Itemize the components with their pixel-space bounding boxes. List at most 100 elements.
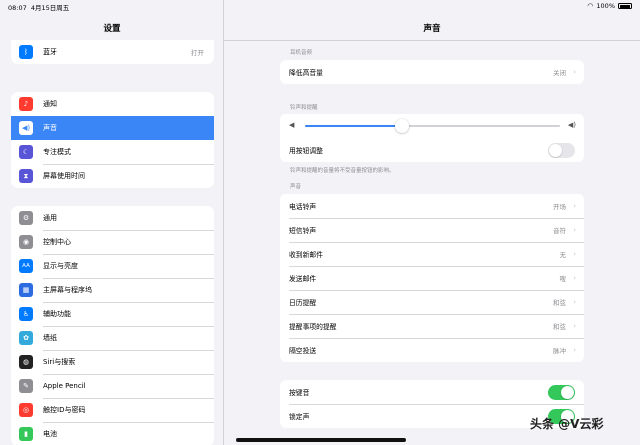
flower-icon: ✿ <box>19 331 33 345</box>
row-label: 提醒事项的提醒 <box>289 323 337 331</box>
sidebar-item[interactable]: ◎ 触控ID与密码 <box>11 398 214 422</box>
toggle-knob <box>561 385 574 399</box>
chevron-right-icon: › <box>573 202 576 210</box>
speaker-high-icon: ◀) <box>567 121 576 129</box>
chevron-right-icon: › <box>573 226 576 234</box>
sidebar-group-notifications: ♪ 通知 ◀) 声音 ☾ 专注模式 ⧗ 屏幕使用时间 <box>11 92 214 188</box>
sidebar-item[interactable]: ⧗ 屏幕使用时间 <box>11 164 214 188</box>
row-label: 锁定声 <box>289 413 310 421</box>
chevron-right-icon: › <box>573 322 576 330</box>
status-right: ◠ 100% <box>587 2 632 10</box>
sidebar-item[interactable]: ✎ Apple Pencil <box>11 374 214 398</box>
row-label: 用按钮调整 <box>289 147 323 155</box>
sound-row[interactable]: 提醒事项的提醒 和弦 › <box>280 314 584 338</box>
row-value: 无 <box>559 251 567 259</box>
sidebar-item[interactable]: ⚙ 通用 <box>11 206 214 230</box>
section-headphone-audio: 耳机音频 <box>290 50 313 56</box>
sidebar-item-label: 通用 <box>43 214 57 222</box>
row-label: 按键音 <box>289 389 310 397</box>
hourglass-icon: ⧗ <box>19 169 33 183</box>
row-label: 发送邮件 <box>289 275 317 283</box>
sidebar-item[interactable]: ✿ 墙纸 <box>11 326 214 350</box>
sound-row[interactable]: 发送邮件 嗖 › <box>280 266 584 290</box>
row-label: 降低高音量 <box>289 69 323 77</box>
header-divider <box>224 40 640 41</box>
sidebar-item[interactable]: ◀) 声音 <box>11 116 214 140</box>
wifi-icon: ◠ <box>587 2 594 10</box>
sidebar-item-label: 电池 <box>43 430 57 438</box>
siri-icon: ◍ <box>19 355 33 369</box>
toggle-switch[interactable] <box>548 384 575 400</box>
change-with-buttons-toggle[interactable] <box>548 142 575 158</box>
volume-slider[interactable] <box>305 119 560 133</box>
sidebar-item[interactable]: ◍ Siri与搜索 <box>11 350 214 374</box>
speaker-icon: ◀) <box>19 121 33 135</box>
gear-icon: ⚙ <box>19 211 33 225</box>
battery-percent: 100% <box>596 2 615 10</box>
aa-icon: AA <box>19 259 33 273</box>
home-indicator[interactable] <box>236 438 406 442</box>
ringer-note: 铃声和提醒的音量将不受音量按钮的影响。 <box>290 168 395 174</box>
bluetooth-icon: ᛒ <box>19 45 33 59</box>
card-sounds: 电话铃声 开场 › 短信铃声 音符 › 收到新邮件无 › 发送邮件嗖 › 日历提醒 和弦 › 提醒事项的提… <box>280 194 584 362</box>
moon-icon: ☾ <box>19 145 33 159</box>
grid-icon: ▦ <box>19 283 33 297</box>
row-label: 短信铃声 <box>289 227 317 235</box>
row-label: 日历提醒 <box>289 299 317 307</box>
sidebar-item-label: 控制中心 <box>43 238 71 246</box>
sidebar-item-label: 显示与亮度 <box>43 262 78 270</box>
chevron-right-icon: › <box>573 68 576 76</box>
sidebar-item[interactable]: AA 显示与亮度 <box>11 254 214 278</box>
reduce-loud-audio-row[interactable]: 降低高音量 关闭 › <box>280 60 584 84</box>
battery-icon <box>618 3 632 9</box>
sidebar-item[interactable]: ▦ 主屏幕与程序坞 <box>11 278 214 302</box>
row-label: 电话铃声 <box>289 203 317 211</box>
sound-row[interactable]: 隔空投送 脉冲 › <box>280 338 584 362</box>
change-with-buttons-row: 用按钮调整 <box>280 138 584 162</box>
switches-icon: ◉ <box>19 235 33 249</box>
sidebar-item-label: 屏幕使用时间 <box>43 172 85 180</box>
sidebar-item-label: 通知 <box>43 100 57 108</box>
sidebar-item[interactable]: ᛒ 蓝牙 打开 <box>11 40 214 64</box>
chevron-right-icon: › <box>573 274 576 282</box>
row-value: 音符 <box>553 227 566 235</box>
sidebar-item[interactable]: ♿ 辅助功能 <box>11 302 214 326</box>
status-time: 08:07 4月15日周五 <box>8 4 70 12</box>
row-value: 脉冲 <box>553 347 566 355</box>
sidebar-item-label: 墙纸 <box>43 334 57 342</box>
sound-row[interactable]: 日历提醒 和弦 › <box>280 290 584 314</box>
status-bar: 08:07 4月15日周五 ◠ 100% <box>0 0 640 12</box>
sidebar-item-label: Siri与搜索 <box>43 358 76 366</box>
sidebar-item[interactable]: ◉ 控制中心 <box>11 230 214 254</box>
sound-row[interactable]: 电话铃声 开场 › <box>280 194 584 218</box>
card-ringer: ◀ ◀) 用按钮调整 <box>280 114 584 162</box>
sidebar-title: 设置 <box>103 24 121 34</box>
sidebar-item-label: 触控ID与密码 <box>43 406 86 414</box>
detail-pane: 声音 耳机音频 降低高音量 关闭 › 铃声和提醒 ◀ ◀) 用按钮调整 铃声和提… <box>224 0 640 445</box>
fingerprint-icon: ◎ <box>19 403 33 417</box>
volume-thumb[interactable] <box>394 119 409 133</box>
row-value: 和弦 <box>553 323 566 331</box>
row-label: 隔空投送 <box>289 347 317 355</box>
volume-slider-row: ◀ ◀) <box>280 114 584 138</box>
sidebar-item-label: 声音 <box>43 124 57 132</box>
speaker-low-icon: ◀ <box>289 121 295 129</box>
sidebar-group-general: ⚙ 通用 ◉ 控制中心 AA 显示与亮度 ▦ 主屏幕与程序坞 ♿ 辅助功能 ✿ 墙纸 ◍ Siri与搜索 ✎… <box>11 206 214 445</box>
sound-row[interactable]: 短信铃声 音符 › <box>280 218 584 242</box>
sidebar-item-label: 辅助功能 <box>43 310 71 318</box>
sidebar-item[interactable]: ▮ 电池 <box>11 422 214 445</box>
card-headphone: 降低高音量 关闭 › <box>280 60 584 84</box>
section-ringer-alerts: 铃声和提醒 <box>290 105 318 111</box>
toggle-row: 按键音 <box>280 380 584 404</box>
sidebar: 设置 ᛒ 蓝牙 打开 ♪ 通知 ◀) 声音 ☾ 专注模式 ⧗ 屏幕使用时间 ⚙ 通用 ◉ 控制中心 AA 显… <box>0 0 224 445</box>
bell-icon: ♪ <box>19 97 33 111</box>
sidebar-item-label: 蓝牙 <box>43 48 57 56</box>
chevron-right-icon: › <box>573 250 576 258</box>
sound-row[interactable]: 收到新邮件 无 › <box>280 242 584 266</box>
chevron-right-icon: › <box>573 298 576 306</box>
toggle-knob <box>549 143 562 157</box>
sidebar-item-value: 打开 <box>191 49 204 57</box>
sidebar-item-label: 主屏幕与程序坞 <box>43 286 92 294</box>
sidebar-item[interactable]: ♪ 通知 <box>11 92 214 116</box>
sidebar-item[interactable]: ☾ 专注模式 <box>11 140 214 164</box>
